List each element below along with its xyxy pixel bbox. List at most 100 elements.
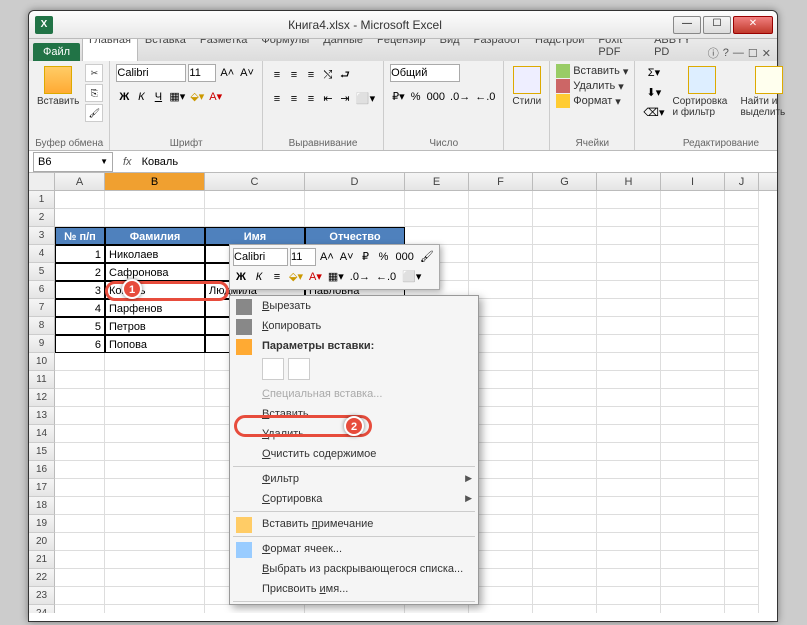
cell[interactable] (55, 605, 105, 613)
cell[interactable] (725, 479, 759, 497)
cell[interactable] (597, 317, 661, 335)
cell[interactable] (533, 515, 597, 533)
cell[interactable] (405, 605, 469, 613)
ribbon-minimize-icon[interactable]: ⓘ (708, 45, 719, 61)
row-header-18[interactable]: 18 (29, 497, 55, 515)
font-size-select[interactable] (188, 64, 216, 82)
cell[interactable] (533, 533, 597, 551)
cell[interactable] (725, 497, 759, 515)
cell[interactable] (533, 587, 597, 605)
mini-percent[interactable]: % (376, 248, 392, 266)
cell[interactable] (55, 371, 105, 389)
cell[interactable] (105, 533, 205, 551)
table-cell[interactable]: Попова (105, 335, 205, 353)
cell[interactable] (661, 533, 725, 551)
cell[interactable] (725, 317, 759, 335)
fill-button[interactable]: ⬇▾ (641, 84, 666, 102)
paste-button[interactable]: Вставить (35, 64, 81, 136)
row-header-20[interactable]: 20 (29, 533, 55, 551)
cell[interactable] (661, 443, 725, 461)
mini-bold[interactable]: Ж (233, 268, 249, 286)
number-format-select[interactable] (390, 64, 460, 82)
col-header-H[interactable]: H (597, 173, 661, 190)
insert-cells[interactable]: Вставить▾ (556, 64, 628, 78)
table-header[interactable]: Имя (205, 227, 305, 245)
table-cell[interactable]: 6 (55, 335, 105, 353)
cell[interactable] (533, 227, 597, 245)
cell[interactable] (205, 605, 305, 613)
comma-button[interactable]: 000 (425, 88, 447, 106)
row-header-4[interactable]: 4 (29, 245, 55, 263)
cell[interactable] (725, 227, 759, 245)
col-header-E[interactable]: E (405, 173, 469, 190)
copy-button[interactable]: ⎘ (85, 84, 103, 102)
file-tab[interactable]: Файл (33, 43, 80, 61)
row-header-9[interactable]: 9 (29, 335, 55, 353)
row-header-22[interactable]: 22 (29, 569, 55, 587)
cell[interactable] (405, 209, 469, 227)
orientation[interactable]: ⤭ (320, 66, 336, 84)
align-middle[interactable]: ≡ (286, 66, 302, 84)
cell[interactable] (597, 569, 661, 587)
cell[interactable] (533, 497, 597, 515)
cell[interactable] (205, 191, 305, 209)
cell[interactable] (725, 587, 759, 605)
cell-styles-button[interactable]: Стили (510, 64, 543, 136)
cell[interactable] (105, 209, 205, 227)
cell[interactable] (661, 425, 725, 443)
cell[interactable] (725, 209, 759, 227)
ctx--[interactable]: Вставить примечание (230, 514, 478, 534)
cell[interactable] (55, 551, 105, 569)
cell[interactable] (105, 605, 205, 613)
cell[interactable] (305, 605, 405, 613)
col-header-F[interactable]: F (469, 173, 533, 190)
mini-shrink[interactable]: A˅ (338, 248, 356, 266)
cell[interactable] (661, 245, 725, 263)
row-header-19[interactable]: 19 (29, 515, 55, 533)
cell[interactable] (597, 227, 661, 245)
table-cell[interactable]: Николаев (105, 245, 205, 263)
cell[interactable] (55, 389, 105, 407)
table-cell[interactable]: Сафронова (105, 263, 205, 281)
cell[interactable] (55, 461, 105, 479)
ctx--[interactable]: Вырезать (230, 296, 478, 316)
cell[interactable] (725, 353, 759, 371)
cell[interactable] (597, 281, 661, 299)
cell[interactable] (105, 461, 205, 479)
cell[interactable] (105, 443, 205, 461)
row-header-7[interactable]: 7 (29, 299, 55, 317)
font-name-select[interactable] (116, 64, 186, 82)
doc-restore-icon[interactable]: ☐ (748, 47, 758, 60)
table-cell[interactable]: Парфенов (105, 299, 205, 317)
cell[interactable] (55, 191, 105, 209)
table-cell[interactable]: 4 (55, 299, 105, 317)
sort-filter-button[interactable]: Сортировка и фильтр (670, 64, 734, 136)
cell[interactable] (725, 371, 759, 389)
row-header-24[interactable]: 24 (29, 605, 55, 613)
row-header-12[interactable]: 12 (29, 389, 55, 407)
row-header-10[interactable]: 10 (29, 353, 55, 371)
percent-button[interactable]: % (408, 88, 424, 106)
cell[interactable] (533, 245, 597, 263)
cell[interactable] (661, 479, 725, 497)
col-header-B[interactable]: B (105, 173, 205, 190)
mini-align[interactable]: ≡ (269, 268, 285, 286)
underline-button[interactable]: Ч (150, 88, 166, 106)
cell[interactable] (305, 191, 405, 209)
doc-min-icon[interactable]: — (733, 47, 744, 59)
cell[interactable] (597, 299, 661, 317)
dec-decimal[interactable]: ←.0 (473, 88, 497, 106)
cell[interactable] (533, 461, 597, 479)
cell[interactable] (597, 551, 661, 569)
row-header-16[interactable]: 16 (29, 461, 55, 479)
cell[interactable] (661, 587, 725, 605)
cell[interactable] (725, 443, 759, 461)
cell[interactable] (661, 407, 725, 425)
col-header-C[interactable]: C (205, 173, 305, 190)
cell[interactable] (469, 263, 533, 281)
row-header-2[interactable]: 2 (29, 209, 55, 227)
cell[interactable] (725, 263, 759, 281)
clear-button[interactable]: ⌫▾ (641, 104, 666, 122)
col-header-G[interactable]: G (533, 173, 597, 190)
cell[interactable] (533, 353, 597, 371)
